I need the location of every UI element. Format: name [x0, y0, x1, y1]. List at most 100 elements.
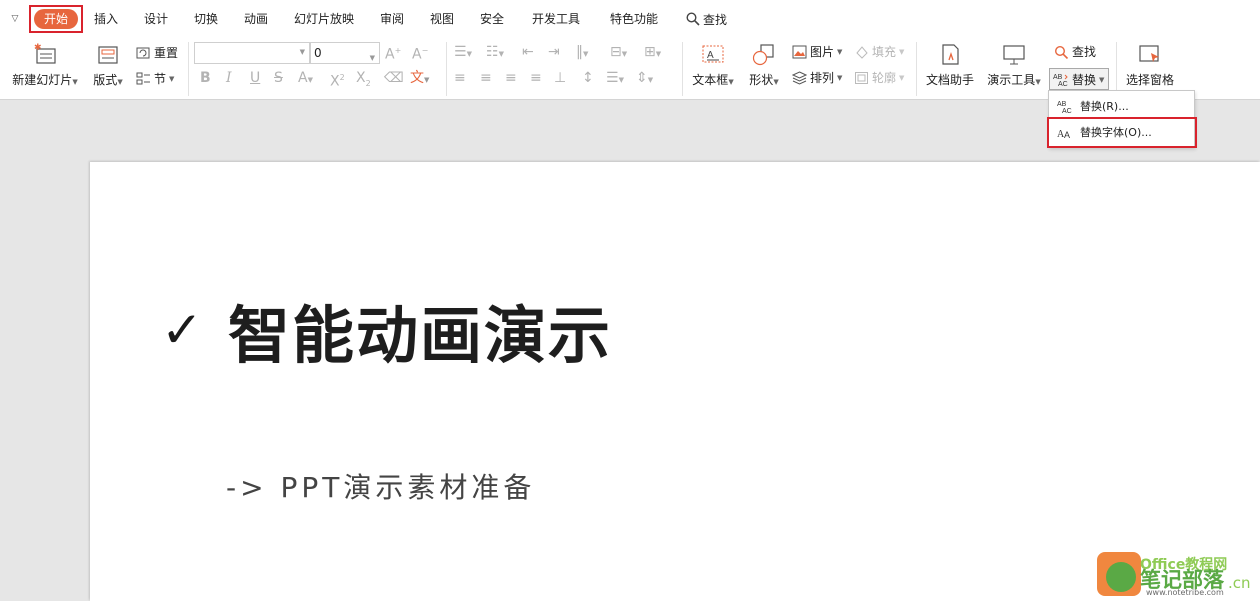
menu-item-replace[interactable]: AB AC 替换(R)... — [1057, 94, 1129, 118]
subscript-icon[interactable]: X2 — [356, 69, 371, 93]
font-size-select[interactable]: 0 ▼ — [310, 42, 380, 64]
new-slide-button[interactable]: ✱ 新建幻灯片▼ — [10, 42, 80, 88]
fill-button[interactable]: 填充 ▼ — [854, 43, 904, 60]
tab-view[interactable]: 视图 — [430, 10, 454, 28]
replace-label: 替换 — [1072, 73, 1097, 87]
svg-text:A: A — [707, 50, 714, 61]
phonetic-icon[interactable]: 文▼ — [410, 69, 429, 89]
fill-label: 填充 — [872, 45, 897, 59]
ribbon-divider — [682, 42, 683, 96]
ribbon-divider — [446, 42, 447, 96]
tab-transition[interactable]: 切换 — [194, 10, 218, 28]
reset-button[interactable]: 重置 — [136, 44, 178, 61]
vertical-spacing-icon[interactable]: ↕ — [582, 69, 594, 87]
replace-icon: ABAC — [1057, 101, 1072, 114]
outline-button[interactable]: 轮廓 ▼ — [854, 69, 904, 86]
justify-icon[interactable]: ≡ — [530, 69, 542, 87]
tab-insert[interactable]: 插入 — [94, 10, 118, 28]
collapse-menu-icon[interactable]: ▽ — [8, 12, 22, 26]
superscript-icon[interactable]: X2 — [330, 69, 345, 91]
find-label: 查找 — [1072, 45, 1097, 59]
reset-label: 重置 — [154, 46, 179, 60]
tab-slideshow[interactable]: 幻灯片放映 — [294, 10, 354, 28]
distribute-icon[interactable]: ⊥ — [554, 69, 566, 87]
present-tools-button[interactable]: 演示工具▼ — [984, 42, 1044, 88]
new-slide-icon: ✱ — [34, 43, 56, 64]
selection-pane-button[interactable]: 选择窗格 — [1124, 42, 1176, 88]
column-icon[interactable]: ⊞▼ — [644, 43, 661, 63]
text-box-icon: A — [702, 45, 724, 63]
layout-icon — [98, 46, 118, 64]
align-right-icon[interactable]: ≡ — [505, 69, 517, 87]
chevron-down-icon: ▼ — [1099, 75, 1105, 84]
tab-design[interactable]: 设计 — [144, 10, 168, 28]
clear-format-icon[interactable]: ⌫ — [384, 69, 404, 87]
bullet-list-icon[interactable]: ☰▼ — [454, 43, 472, 63]
tab-security[interactable]: 安全 — [480, 10, 504, 28]
underline-icon[interactable]: U — [250, 69, 260, 87]
section-button[interactable]: 节 ▼ — [136, 70, 174, 87]
watermark-url: www.notetribe.com — [1146, 588, 1224, 597]
presentation-icon — [1003, 45, 1025, 65]
text-direction-icon[interactable]: ⊟▼ — [610, 43, 627, 63]
tab-special[interactable]: 特色功能 — [610, 10, 658, 28]
line-spacing-icon[interactable]: ‖▼ — [576, 43, 588, 63]
picture-button[interactable]: 图片 ▼ — [792, 43, 842, 60]
font-name-select[interactable]: ▼ — [194, 42, 310, 64]
svg-text:AB: AB — [1053, 74, 1063, 81]
grow-font-icon[interactable]: A+ — [385, 42, 401, 64]
font-color-icon[interactable]: A▼ — [298, 69, 313, 89]
outline-label: 轮廓 — [872, 71, 897, 85]
chevron-down-icon: ▼ — [169, 74, 175, 83]
layout-label: 版式 — [93, 73, 118, 87]
paragraph-settings-icon[interactable]: ☰▼ — [606, 69, 624, 89]
checkmark-icon: ✓ — [161, 301, 203, 359]
watermark-domain-suffix: .cn — [1228, 574, 1251, 592]
decrease-indent-icon[interactable]: ⇤ — [522, 43, 534, 61]
find-button[interactable]: 查找 — [1054, 43, 1096, 60]
font-size-value: 0 — [314, 46, 322, 60]
outline-icon — [855, 71, 868, 84]
shape-icon — [752, 44, 774, 66]
selection-pane-icon — [1139, 45, 1159, 62]
tab-animation[interactable]: 动画 — [244, 10, 268, 28]
replace-font-highlight — [1047, 117, 1197, 148]
chevron-down-icon: ▼ — [117, 78, 123, 86]
layout-button[interactable]: 版式▼ — [90, 42, 126, 88]
reset-icon — [136, 47, 150, 58]
menu-item-replace-label: 替换(R)... — [1080, 100, 1129, 113]
tab-home[interactable]: 开始 — [34, 9, 78, 29]
picture-label: 图片 — [810, 45, 835, 59]
replace-button[interactable]: AB AC 替换 ▼ — [1049, 68, 1109, 90]
text-box-label: 文本框 — [692, 73, 729, 87]
fill-icon — [856, 45, 868, 59]
increase-indent-icon[interactable]: ⇥ — [548, 43, 560, 61]
search-icon — [686, 12, 700, 26]
chevron-down-icon: ▼ — [369, 54, 375, 62]
ribbon-divider — [1116, 42, 1117, 96]
align-left-icon[interactable]: ≡ — [454, 69, 466, 87]
bold-icon[interactable]: B — [200, 69, 211, 87]
numbered-list-icon[interactable]: ☷▼ — [486, 43, 504, 63]
shrink-font-icon[interactable]: A− — [412, 42, 428, 64]
shape-button[interactable]: 形状▼ — [746, 42, 782, 88]
ribbon-divider — [188, 42, 189, 96]
picture-icon — [792, 45, 807, 58]
tab-find[interactable]: 查找 — [686, 9, 727, 29]
align-center-icon[interactable]: ≡ — [480, 69, 492, 87]
arrange-icon — [792, 70, 807, 85]
italic-icon[interactable]: I — [226, 69, 232, 87]
slide-canvas[interactable] — [90, 162, 1260, 601]
tab-developer[interactable]: 开发工具 — [532, 10, 580, 28]
chevron-down-icon: ▼ — [837, 73, 843, 82]
pen-icon — [1106, 562, 1136, 592]
text-box-button[interactable]: A 文本框▼ — [690, 42, 736, 88]
strikethrough-icon[interactable]: S — [274, 69, 283, 87]
arrange-button[interactable]: 排列 ▼ — [792, 69, 842, 86]
slide-subtitle[interactable]: -> PPT演示素材准备 — [226, 468, 535, 508]
text-align-icon[interactable]: ⇕▼ — [636, 69, 653, 89]
doc-assistant-button[interactable]: 文档助手 — [924, 42, 976, 88]
tab-review[interactable]: 审阅 — [380, 10, 404, 28]
doc-assistant-icon — [942, 44, 959, 65]
slide-title[interactable]: 智能动画演示 — [228, 296, 612, 376]
